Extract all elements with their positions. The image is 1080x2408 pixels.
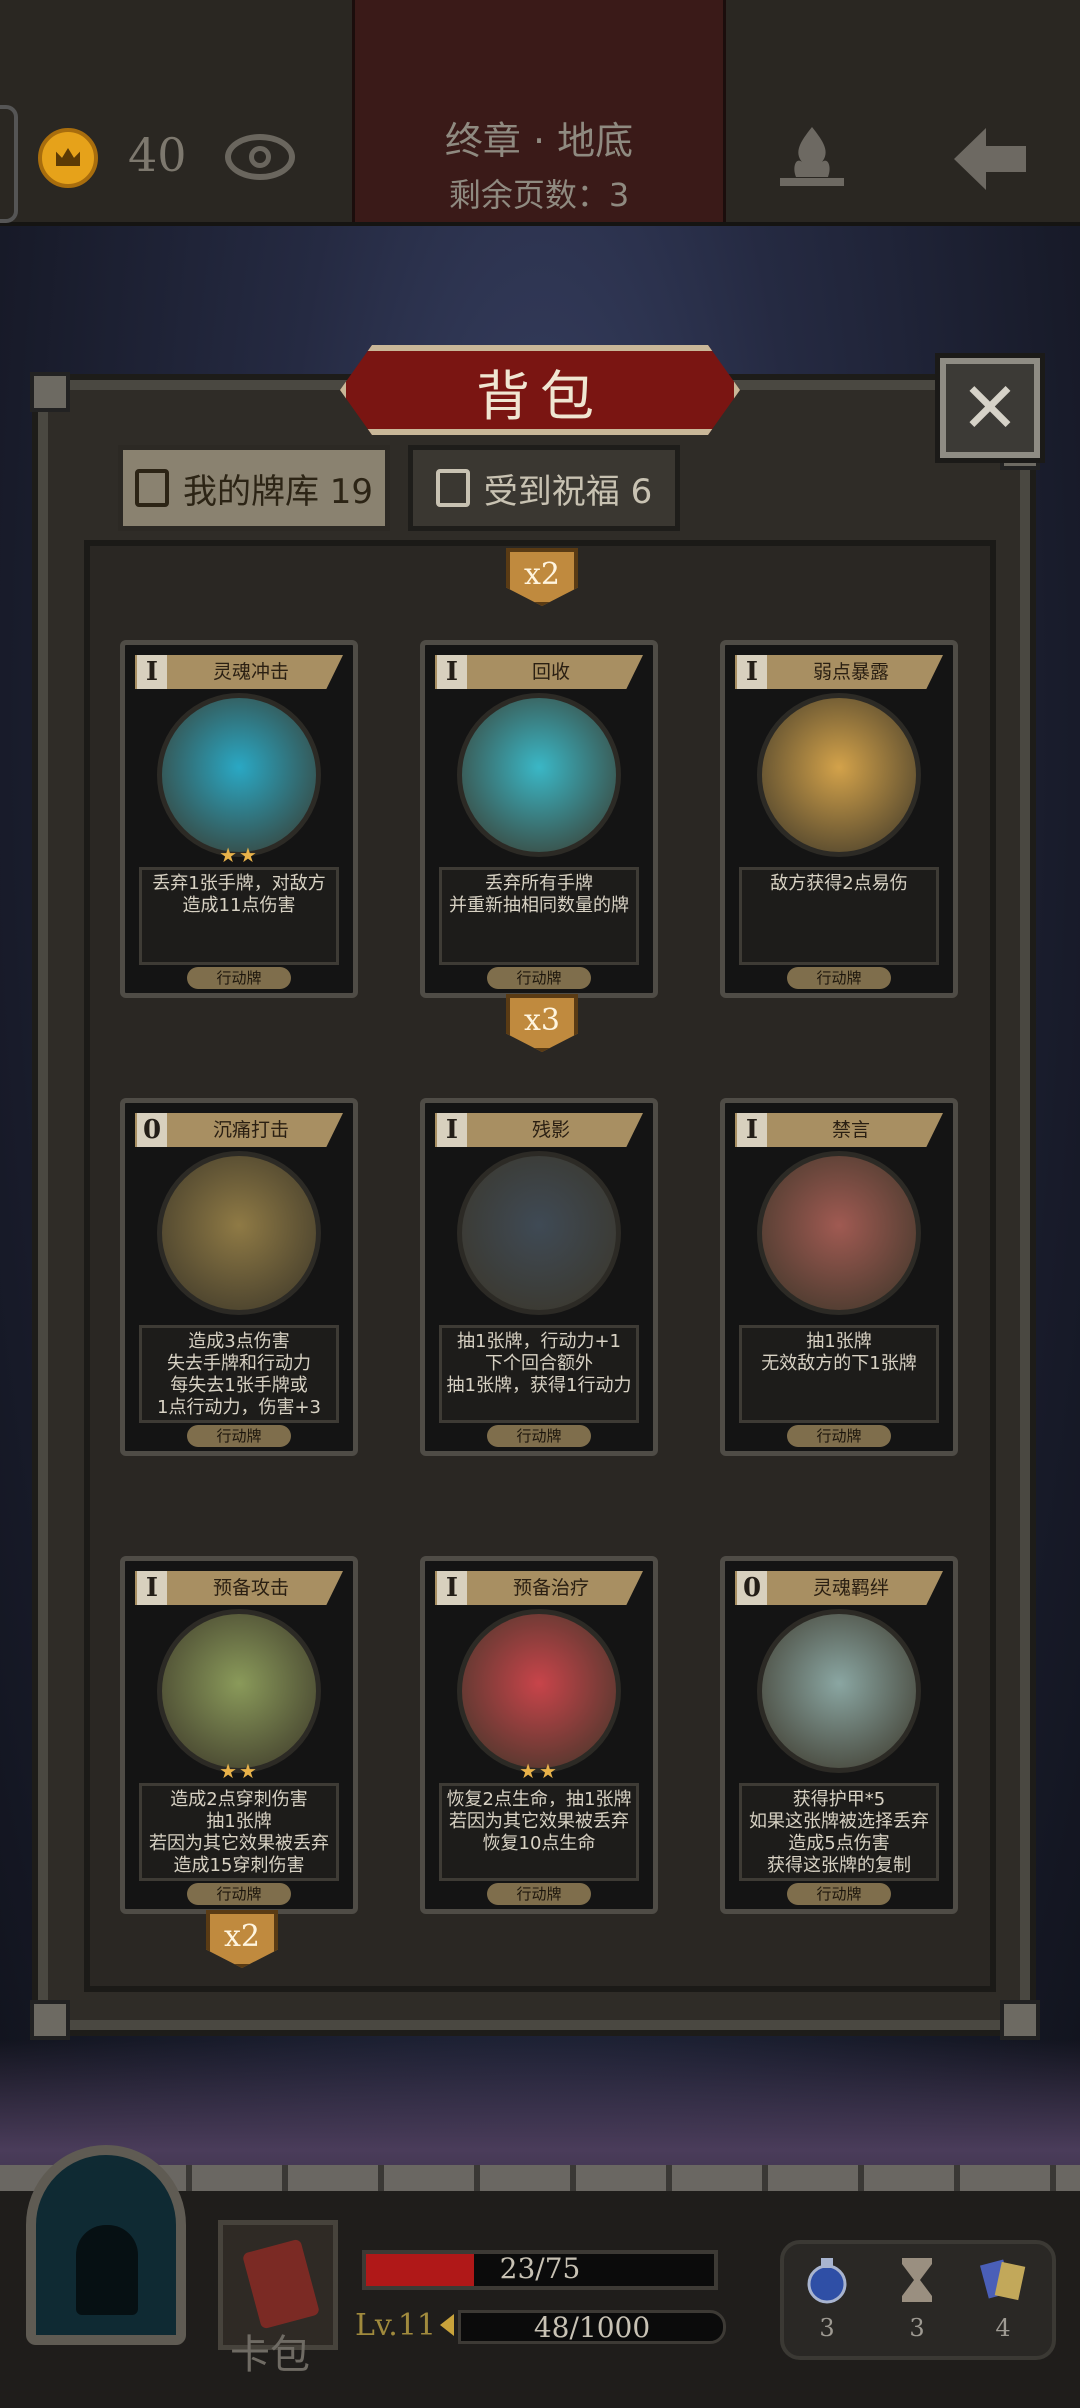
card[interactable]: Ⅰ 预备治疗 ★★ 恢复2点生命，抽1张牌 若因为其它效果被丢弃 恢复10点生命行动牌 — [420, 1556, 658, 1914]
card[interactable]: Ⅰ 回收丢弃所有手牌 并重新抽相同数量的牌行动牌 — [420, 640, 658, 998]
card-art — [457, 1609, 621, 1773]
card-stack-icon[interactable] — [980, 2254, 1026, 2306]
panel-corner-br — [1000, 2000, 1040, 2040]
cards-icon — [134, 469, 169, 507]
card-name: 灵魂羁绊 — [812, 1577, 889, 1599]
card-cost: Ⅰ — [737, 655, 767, 689]
tab-blessings-label: 受到祝福 6 — [483, 471, 653, 512]
card-name: 预备治疗 — [512, 1577, 589, 1599]
card[interactable]: Ⅰ 灵魂冲击 ★★ 丢弃1张手牌，对敌方 造成11点伤害行动牌 — [120, 640, 358, 998]
card-description: 敌方获得2点易伤 — [770, 873, 908, 894]
card-description: 丢弃1张手牌，对敌方 造成11点伤害 — [152, 873, 326, 916]
card-type-label: 行动牌 — [487, 1883, 591, 1905]
card[interactable]: Ⅰ 预备攻击 ★★ 造成2点穿刺伤害 抽1张牌 若因为其它效果被丢弃 造成15穿刺伤害… — [120, 1556, 358, 1914]
card-name: 灵魂冲击 — [212, 661, 289, 683]
gold-coin-icon — [38, 128, 98, 188]
card-stars: ★★ — [219, 1759, 259, 1783]
panel-corner-tl — [30, 372, 70, 412]
card-name: 残影 — [531, 1119, 570, 1141]
card-art — [757, 1609, 921, 1773]
card-name: 禁言 — [831, 1119, 870, 1141]
card-cost: 0 — [137, 1113, 167, 1147]
potion-icon[interactable] — [804, 2254, 850, 2306]
gift-icon — [435, 469, 470, 507]
tab-blessings[interactable]: 受到祝福 6 — [408, 445, 680, 531]
panel-title: 背包 — [476, 365, 604, 428]
card-stack-count: 4 — [995, 2314, 1011, 2342]
card-type-label: 行动牌 — [187, 1425, 291, 1447]
card-name: 回收 — [531, 661, 570, 683]
card-type-label: 行动牌 — [787, 1883, 891, 1905]
card-name: 沉痛打击 — [212, 1119, 289, 1141]
card-art — [457, 1151, 621, 1315]
card-stars: ★★ — [519, 1759, 559, 1783]
eye-icon[interactable] — [225, 134, 295, 180]
card[interactable]: 0 灵魂羁绊获得护甲*5 如果这张牌被选择丢弃 造成5点伤害 获得这张牌的复制行动… — [720, 1556, 958, 1914]
card-cost: Ⅰ — [137, 1571, 167, 1605]
card-description: 造成2点穿刺伤害 抽1张牌 若因为其它效果被丢弃 造成15穿刺伤害 — [149, 1789, 329, 1876]
potion-count: 3 — [819, 2314, 835, 2342]
card-type-label: 行动牌 — [487, 967, 591, 989]
campfire-icon[interactable] — [772, 122, 852, 192]
card-name: 弱点暴露 — [812, 661, 889, 683]
hourglass-count: 3 — [909, 2314, 925, 2342]
card-pack-label: 卡包 — [230, 2332, 310, 2378]
card-type-label: 行动牌 — [487, 1425, 591, 1447]
close-button[interactable]: ✕ — [935, 353, 1045, 463]
card-art — [157, 1609, 321, 1773]
card-stars: ★★ — [219, 843, 259, 867]
card-art — [157, 1151, 321, 1315]
card-description: 造成3点伤害 失去手牌和行动力 每失去1张手牌或 1点行动力，伤害+3 — [157, 1331, 321, 1418]
card-cost: Ⅰ — [137, 655, 167, 689]
hourglass-icon[interactable] — [894, 2254, 940, 2306]
card-type-label: 行动牌 — [787, 1425, 891, 1447]
left-side-handle[interactable] — [0, 105, 18, 223]
card-description: 抽1张牌，行动力+1 下个回合额外 抽1张牌，获得1行动力 — [446, 1331, 632, 1396]
back-arrow-icon[interactable] — [950, 124, 1030, 194]
pages-left-label: 剩余页数：3 — [448, 176, 630, 214]
card[interactable]: 0 沉痛打击造成3点伤害 失去手牌和行动力 每失去1张手牌或 1点行动力，伤害+3… — [120, 1098, 358, 1456]
hp-value: 23/75 — [499, 2252, 581, 2285]
tab-my-deck[interactable]: 我的牌库 19 — [118, 445, 390, 531]
card-cost: Ⅰ — [437, 1113, 467, 1147]
card-cost: Ⅰ — [437, 655, 467, 689]
card-art — [157, 693, 321, 857]
card-description: 获得护甲*5 如果这张牌被选择丢弃 造成5点伤害 获得这张牌的复制 — [749, 1789, 929, 1876]
card-cost: 0 — [737, 1571, 767, 1605]
tab-my-deck-label: 我的牌库 19 — [182, 471, 374, 512]
card-art — [757, 1151, 921, 1315]
xp-value: 48/1000 — [533, 2311, 651, 2344]
card-type-label: 行动牌 — [187, 967, 291, 989]
card[interactable]: Ⅰ 弱点暴露敌方获得2点易伤 行动牌 — [720, 640, 958, 998]
card-cost: Ⅰ — [437, 1571, 467, 1605]
coin-count: 40 — [128, 128, 187, 182]
card-cost: Ⅰ — [737, 1113, 767, 1147]
chapter-title: 终章 · 地底 — [444, 119, 634, 163]
card[interactable]: Ⅰ 残影抽1张牌，行动力+1 下个回合额外 抽1张牌，获得1行动力行动牌 — [420, 1098, 658, 1456]
level-arrow-icon — [440, 2314, 454, 2336]
card[interactable]: Ⅰ 禁言抽1张牌 无效敌方的下1张牌行动牌 — [720, 1098, 958, 1456]
card-type-label: 行动牌 — [187, 1883, 291, 1905]
card-art — [757, 693, 921, 857]
close-icon: ✕ — [960, 367, 1020, 449]
level-label: Lv.11 — [355, 2308, 437, 2343]
card-description: 恢复2点生命，抽1张牌 若因为其它效果被丢弃 恢复10点生命 — [446, 1789, 632, 1854]
card-description: 抽1张牌 无效敌方的下1张牌 — [761, 1331, 917, 1374]
card-name: 预备攻击 — [212, 1577, 289, 1599]
card-type-label: 行动牌 — [787, 967, 891, 989]
card-art — [457, 693, 621, 857]
card-description: 丢弃所有手牌 并重新抽相同数量的牌 — [449, 873, 629, 916]
panel-corner-bl — [30, 2000, 70, 2040]
hero-portrait[interactable] — [26, 2145, 186, 2345]
